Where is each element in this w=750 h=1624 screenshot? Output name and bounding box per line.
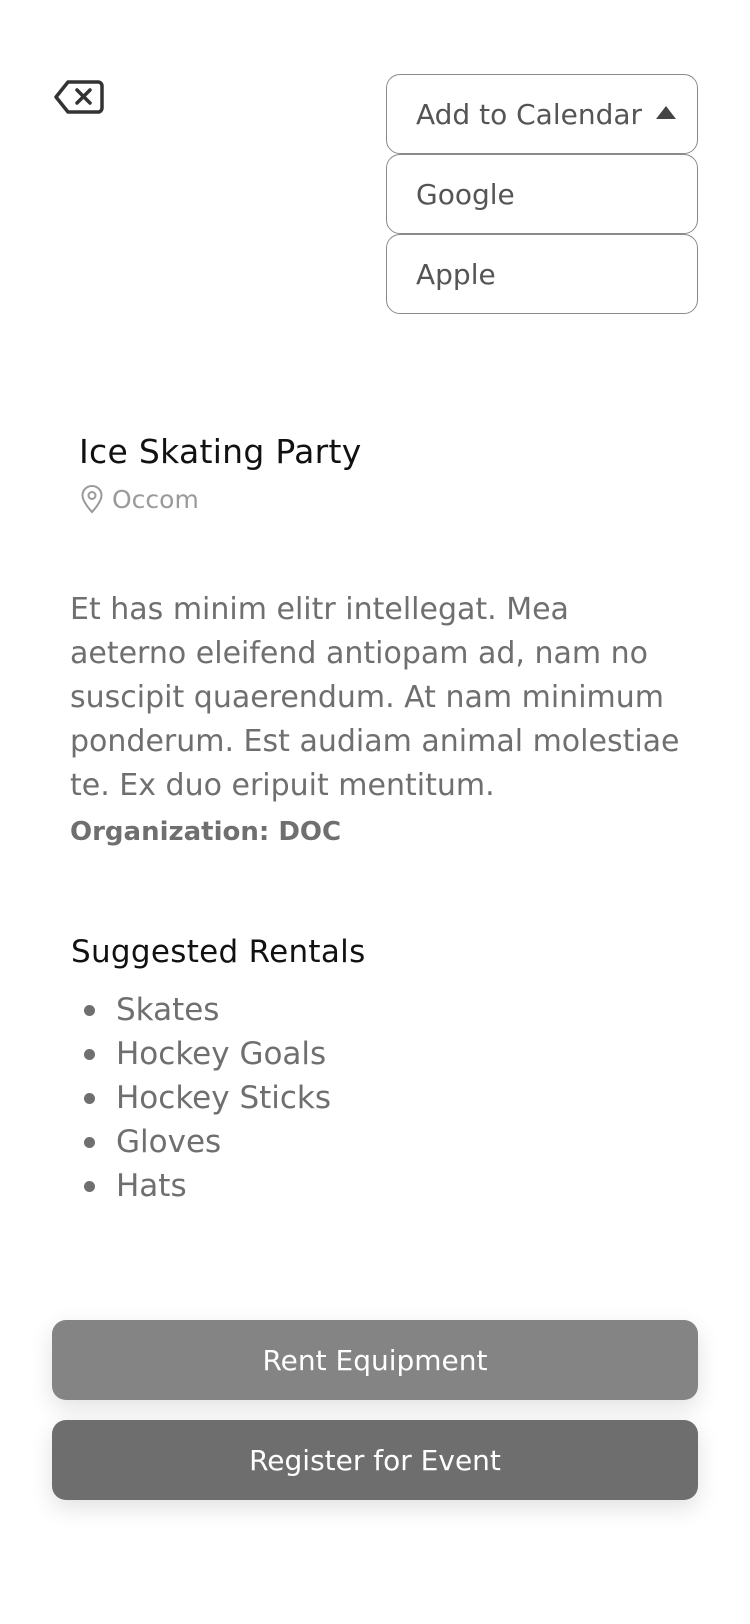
back-button[interactable]	[54, 78, 104, 116]
bullet-icon	[84, 1048, 95, 1060]
rental-item-label: Skates	[116, 992, 220, 1028]
bullet-icon	[84, 1004, 95, 1016]
map-pin-icon	[81, 484, 103, 514]
calendar-option-google[interactable]: Google	[386, 154, 698, 234]
add-to-calendar-menu: Add to Calendar Google Apple	[386, 74, 698, 314]
suggested-rentals-list: Skates Hockey Goals Hockey Sticks Gloves…	[84, 988, 331, 1208]
register-for-event-button[interactable]: Register for Event	[52, 1420, 698, 1500]
calendar-option-label: Google	[416, 177, 515, 211]
rental-item-label: Hockey Goals	[116, 1036, 327, 1072]
event-title: Ice Skating Party	[79, 432, 362, 471]
list-item: Hats	[84, 1164, 331, 1208]
bullet-icon	[84, 1136, 95, 1148]
caret-up-icon	[656, 105, 677, 119]
rental-item-label: Gloves	[116, 1124, 222, 1160]
bullet-icon	[84, 1092, 95, 1104]
event-description: Et has minim elitr intellegat. Mea aeter…	[70, 592, 680, 803]
event-location: Occom	[80, 484, 199, 514]
suggested-rentals-title: Suggested Rentals	[71, 934, 366, 970]
event-location-text: Occom	[112, 484, 199, 514]
add-to-calendar-button[interactable]: Add to Calendar	[386, 74, 698, 154]
list-item: Hockey Sticks	[84, 1076, 331, 1120]
rent-equipment-button[interactable]: Rent Equipment	[52, 1320, 698, 1400]
add-to-calendar-label: Add to Calendar	[416, 97, 643, 131]
rental-item-label: Hats	[116, 1168, 187, 1204]
list-item: Hockey Goals	[84, 1032, 331, 1076]
rent-equipment-label: Rent Equipment	[262, 1343, 488, 1377]
calendar-option-label: Apple	[416, 257, 496, 291]
list-item: Gloves	[84, 1120, 331, 1164]
rental-item-label: Hockey Sticks	[116, 1080, 332, 1116]
backspace-x-icon	[54, 80, 104, 114]
register-for-event-label: Register for Event	[249, 1443, 501, 1477]
list-item: Skates	[84, 988, 331, 1032]
calendar-option-apple[interactable]: Apple	[386, 234, 698, 314]
event-organization: Organization: DOC	[70, 817, 342, 847]
bullet-icon	[84, 1180, 95, 1192]
